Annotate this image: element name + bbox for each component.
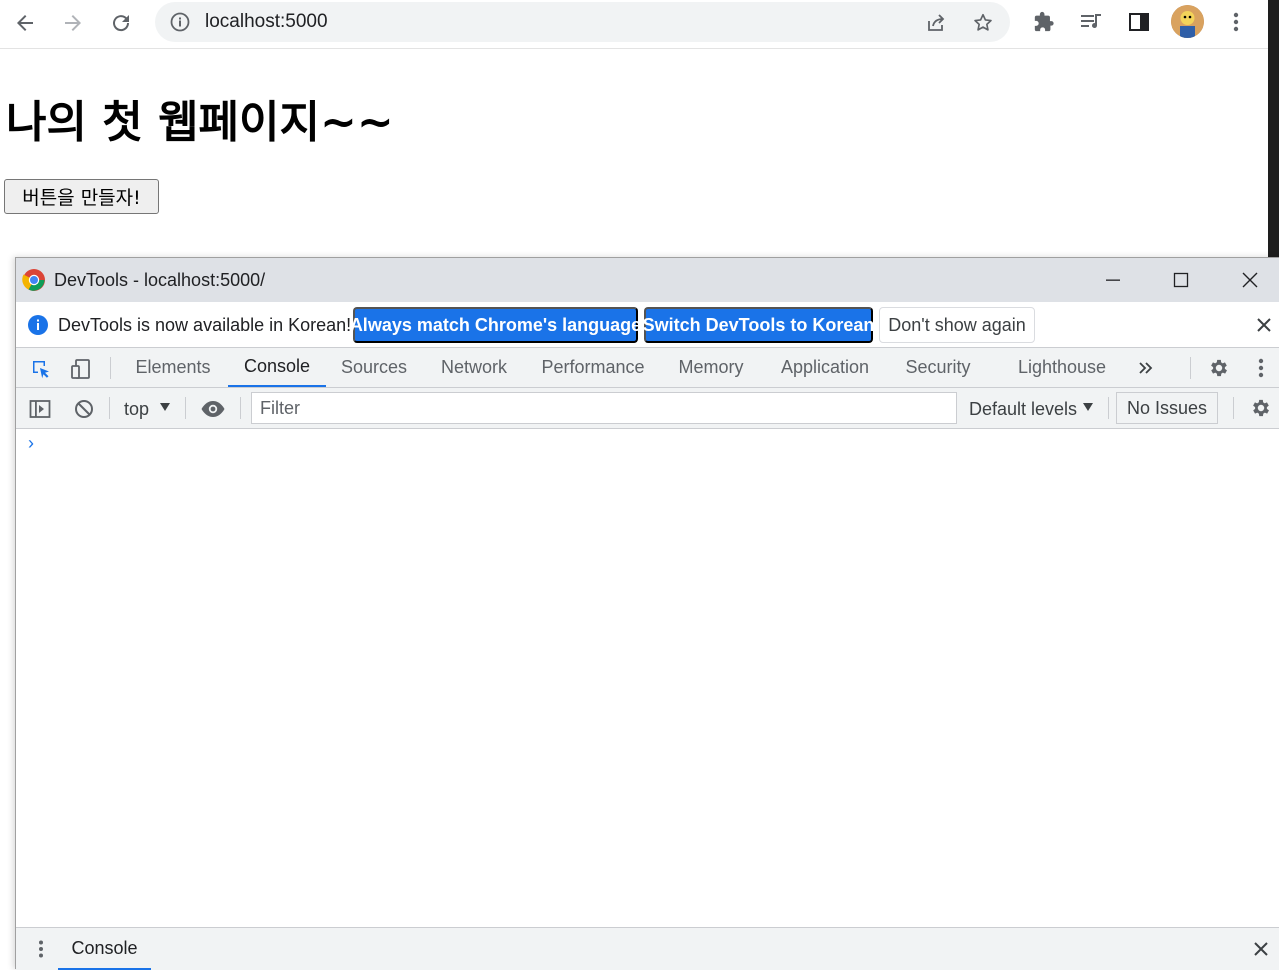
media-control-icon[interactable] (1077, 8, 1105, 36)
site-info-icon[interactable] (169, 11, 191, 33)
drawer-tab-console[interactable]: Console (58, 928, 151, 970)
maximize-icon[interactable] (1166, 268, 1196, 292)
chrome-menu-icon[interactable] (1222, 8, 1250, 36)
extensions-icon[interactable] (1030, 8, 1058, 36)
consolebar-separator-4 (1108, 397, 1109, 419)
minimize-icon[interactable] (1098, 268, 1128, 292)
devtools-window: DevTools - localhost:5000/ DevTools is n… (15, 257, 1279, 970)
tab-performance[interactable]: Performance (532, 348, 654, 387)
tab-security[interactable]: Security (896, 348, 980, 387)
context-selector[interactable]: top (124, 399, 149, 420)
tab-lighthouse[interactable]: Lighthouse (1009, 348, 1115, 387)
tabbar-separator (110, 357, 111, 379)
tab-application[interactable]: Application (768, 348, 882, 387)
close-drawer-icon[interactable] (1251, 939, 1271, 959)
info-icon (27, 314, 49, 336)
consolebar-separator-3 (240, 397, 241, 419)
bookmark-star-icon[interactable] (970, 10, 996, 36)
devtools-window-title: DevTools - localhost:5000/ (54, 270, 266, 290)
forward-icon[interactable] (58, 8, 88, 38)
log-levels-selector[interactable]: Default levels (969, 399, 1077, 420)
chrome-logo-icon (22, 268, 46, 292)
consolebar-separator (109, 397, 110, 419)
language-infobar: DevTools is now available in Korean! Alw… (16, 302, 1279, 348)
issues-label: No Issues (1126, 397, 1208, 418)
infobar-message: DevTools is now available in Korean! (58, 315, 352, 335)
devtools-titlebar: DevTools - localhost:5000/ (16, 258, 1279, 302)
dont-show-again-button[interactable]: Don't show again (879, 307, 1035, 343)
reload-icon[interactable] (106, 8, 136, 38)
browser-toolbar: localhost:5000 (0, 0, 1268, 49)
console-output-area[interactable]: › (16, 429, 1279, 927)
console-toolbar: top Default levels No Issues (16, 388, 1279, 429)
page-heading: 나의 첫 웹페이지~~ (6, 97, 394, 148)
background-editor-strip (1268, 0, 1279, 258)
close-infobar-icon[interactable] (1254, 315, 1274, 335)
share-icon[interactable] (923, 10, 949, 36)
live-expression-eye-icon[interactable] (199, 396, 227, 422)
tab-elements[interactable]: Elements (124, 348, 222, 387)
console-prompt-caret: › (28, 433, 34, 453)
make-button[interactable]: 버튼을 만들자! (4, 179, 159, 214)
devtools-menu-icon[interactable] (1251, 355, 1271, 381)
issues-button[interactable]: No Issues (1116, 392, 1218, 424)
consolebar-separator-5 (1233, 397, 1234, 419)
devtools-drawer: Console (16, 927, 1279, 970)
close-window-icon[interactable] (1235, 268, 1265, 292)
settings-gear-icon[interactable] (1206, 355, 1232, 381)
side-panel-icon[interactable] (1125, 8, 1153, 36)
clear-console-icon[interactable] (71, 396, 97, 422)
tabbar-separator-2 (1190, 357, 1191, 379)
drawer-menu-icon[interactable] (32, 938, 50, 960)
always-match-language-button[interactable]: Always match Chrome's language (350, 307, 641, 343)
back-icon[interactable] (10, 8, 40, 38)
console-settings-gear-icon[interactable] (1248, 395, 1274, 421)
sidebar-toggle-icon[interactable] (27, 396, 53, 422)
switch-to-korean-button[interactable]: Switch DevTools to Korean (643, 307, 874, 343)
omnibox[interactable]: localhost:5000 (155, 2, 1010, 42)
url-text[interactable]: localhost:5000 (205, 11, 328, 33)
tab-network[interactable]: Network (428, 348, 520, 387)
tab-memory[interactable]: Memory (668, 348, 754, 387)
more-tabs-chevron-icon[interactable] (1134, 356, 1158, 380)
devtools-tab-bar: Elements Console Sources Network Perform… (16, 348, 1279, 388)
tab-console[interactable]: Console (228, 348, 326, 387)
filter-input[interactable] (251, 392, 957, 424)
profile-avatar[interactable] (1171, 5, 1204, 38)
levels-dropdown-icon[interactable] (1081, 400, 1095, 414)
consolebar-separator-2 (185, 397, 186, 419)
tab-sources[interactable]: Sources (332, 348, 416, 387)
inspect-element-icon[interactable] (28, 356, 54, 382)
context-dropdown-icon[interactable] (158, 400, 172, 414)
device-toolbar-icon[interactable] (68, 356, 94, 382)
